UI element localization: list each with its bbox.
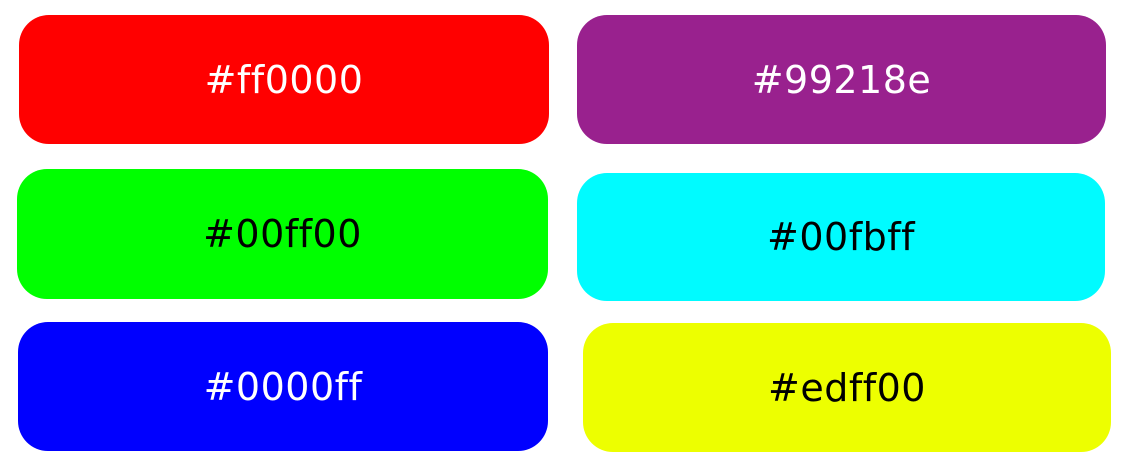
color-swatch-yellow[interactable]: #edff00 — [583, 323, 1111, 452]
color-swatch-label: #0000ff — [203, 364, 363, 409]
color-swatch-label: #00ff00 — [203, 212, 362, 256]
color-swatch-cyan[interactable]: #00fbff — [577, 173, 1105, 301]
color-swatch-green[interactable]: #00ff00 — [17, 169, 548, 299]
color-swatch-blue[interactable]: #0000ff — [18, 322, 548, 451]
color-swatch-label: #edff00 — [768, 365, 926, 410]
color-swatch-label: #99218e — [751, 57, 932, 102]
color-swatch-red[interactable]: #ff0000 — [19, 15, 549, 144]
color-swatch-label: #ff0000 — [204, 57, 364, 102]
color-swatch-purple[interactable]: #99218e — [577, 15, 1106, 144]
color-swatch-label: #00fbff — [767, 215, 915, 259]
